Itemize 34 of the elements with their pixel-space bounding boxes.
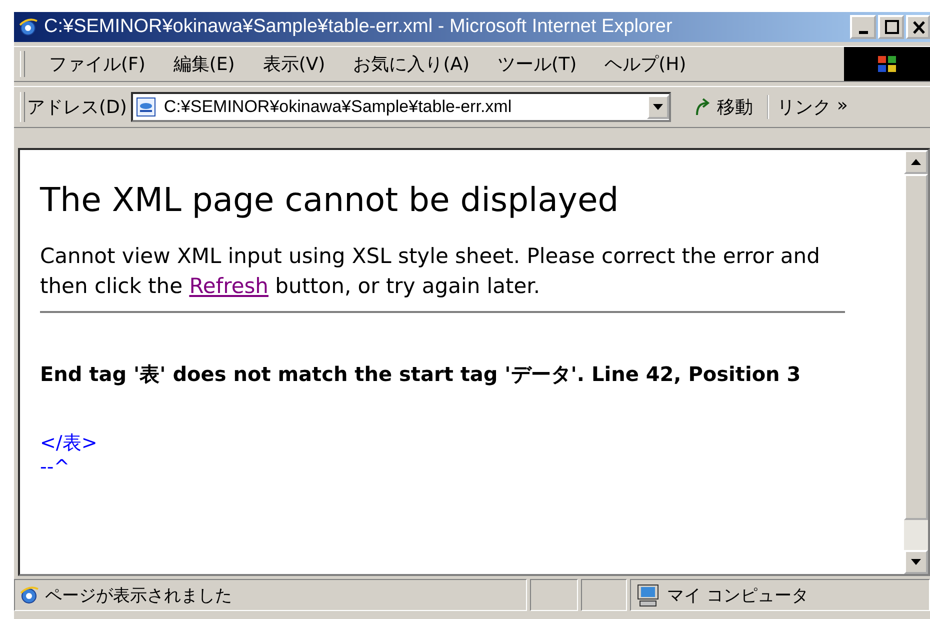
windows-logo-icon xyxy=(876,54,898,74)
menu-item[interactable]: ツール(T) xyxy=(484,50,591,78)
source-line: --^ xyxy=(40,455,71,479)
status-text: ページが表示されました xyxy=(45,584,232,606)
up-arrow-icon[interactable] xyxy=(911,159,921,165)
browser-icon xyxy=(18,17,38,37)
chevron-button[interactable]: » xyxy=(836,95,848,119)
minimize-icon[interactable] xyxy=(850,15,876,39)
close-icon[interactable] xyxy=(906,15,930,39)
address-field[interactable]: C:¥SEMINOR¥okinawa¥Sample¥table-err.xml xyxy=(130,92,671,122)
status-pane xyxy=(530,579,578,611)
go-button[interactable]: 移動 xyxy=(684,93,761,121)
page-heading: The XML page cannot be displayed xyxy=(40,180,620,219)
error-description: Cannot view XML input using XSL style sheet. Please correct the error and then click the Refresh button, or try again later. xyxy=(40,243,821,300)
xml-page-icon xyxy=(136,97,156,117)
menu-item[interactable]: 表示(V) xyxy=(248,50,340,78)
address-label: アドレス(D) xyxy=(27,96,127,119)
browser-icon xyxy=(19,585,39,605)
menu-item[interactable]: ヘルプ(H) xyxy=(590,50,700,78)
window-title: C:¥SEMINOR¥okinawa¥Sample¥table-err.xml - Microsoft Internet Explorer xyxy=(44,16,674,38)
zone-label: マイ コンピュータ xyxy=(667,584,808,606)
computer-icon xyxy=(635,583,661,607)
refresh-link[interactable]: Refresh xyxy=(189,274,268,298)
links-label[interactable]: リンク xyxy=(776,95,831,119)
error-message: End tag '表' does not match the start tag 'データ'. Line 42, Position 3 xyxy=(40,361,802,388)
menu-item[interactable]: お気に入り(A) xyxy=(339,50,484,78)
maximize-icon[interactable] xyxy=(878,15,904,39)
status-pane xyxy=(581,579,627,611)
menu-item[interactable]: 編集(E) xyxy=(159,50,249,78)
dropdown-button[interactable] xyxy=(646,95,669,119)
menu-item[interactable]: ファイル(F) xyxy=(35,50,160,78)
down-arrow-icon[interactable] xyxy=(911,559,921,565)
source-line: </表> xyxy=(40,431,98,455)
caret-icon xyxy=(652,104,663,110)
